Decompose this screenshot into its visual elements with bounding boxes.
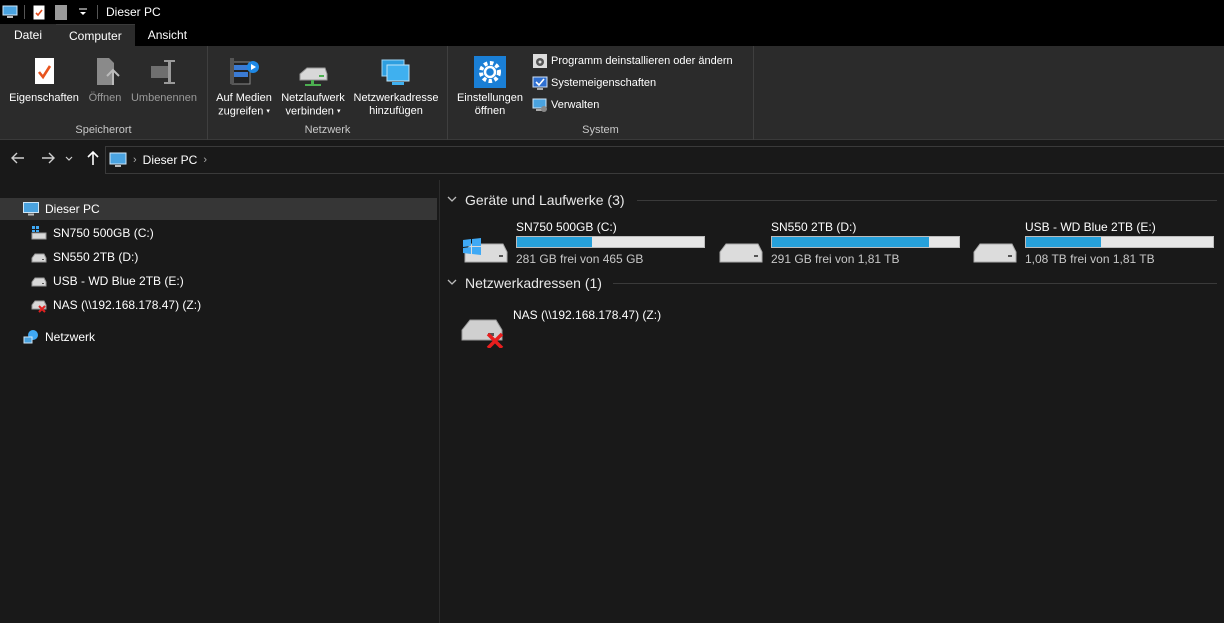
section-divider [613,283,1217,284]
up-button[interactable] [83,150,103,170]
group-label-speicherort: Speicherort [75,124,132,136]
ribbon-tabs: Datei Computer Ansicht [0,24,1224,46]
drive-usage-bar [1025,236,1214,248]
pc-icon [23,202,39,216]
network-location-name: NAS (\\192.168.178.47) (Z:) [513,308,662,322]
rename-icon [151,60,175,84]
back-button[interactable] [8,150,28,170]
settings-gear-icon [474,56,506,88]
drive-icon [719,243,763,263]
arrow-left-icon [11,152,24,164]
open-icon [97,58,120,85]
section-divider [637,200,1217,201]
drive-name: SN750 500GB (C:) [516,220,617,234]
open-button[interactable]: Öffnen [84,54,126,105]
properties-icon[interactable] [31,4,47,20]
breadcrumb-dieser-pc[interactable]: Dieser PC [143,153,198,167]
arrow-up-icon [87,150,99,165]
tab-computer[interactable]: Computer [56,24,135,46]
nav-item-drive-c[interactable]: SN750 500GB (C:) [31,222,154,244]
drive-tile-c[interactable]: SN750 500GB (C:) 281 GB frei von 465 GB [461,218,711,268]
drive-usage-bar [771,236,960,248]
recent-locations-button[interactable] [62,150,76,170]
drive-free-space: 281 GB frei von 465 GB [516,252,644,266]
network-drive-disconnected-icon [31,300,47,313]
nav-item-drive-z[interactable]: NAS (\\192.168.178.47) (Z:) [31,294,201,316]
add-network-location-icon [381,59,410,85]
caret-down-icon: ▾ [336,108,341,115]
drive-icon [31,277,47,287]
nav-item-netzwerk[interactable]: Netzwerk [23,326,95,348]
section-network-header[interactable]: Netzwerkadressen (1) [447,272,602,294]
properties-icon [35,58,54,84]
title-bar: Dieser PC [0,0,1224,24]
network-drive-disconnected-icon [461,319,504,348]
uninstall-icon [533,54,547,68]
map-network-drive-icon [299,67,328,86]
chevron-down-icon [447,278,457,289]
content-area: Geräte und Laufwerke (3) SN750 500GB (C:… [441,180,1224,623]
tab-datei[interactable]: Datei [0,24,56,46]
chevron-down-icon [65,156,73,161]
chevron-down-icon [447,195,457,206]
drive-icon [973,243,1017,263]
drive-tile-e[interactable]: USB - WD Blue 2TB (E:) 1,08 TB frei von … [970,218,1220,268]
pc-icon [109,152,127,167]
window-title: Dieser PC [106,5,161,19]
network-location-tile-z[interactable]: NAS (\\192.168.178.47) (Z:) [458,306,708,356]
map-network-drive-button[interactable]: Netzlaufwerk verbinden ▾ [278,54,348,118]
caret-down-icon: ▾ [266,108,270,115]
media-access-button[interactable]: Auf Medien zugreifen ▾ [212,54,276,118]
navigation-pane: Dieser PC SN750 500GB (C:) SN550 2TB (D:… [0,180,440,623]
add-network-location-button[interactable]: Netzwerkadresse hinzufügen [350,54,442,118]
qat-separator [24,5,25,19]
system-drive-icon [31,226,47,240]
tab-ansicht[interactable]: Ansicht [135,24,200,46]
nav-item-dieser-pc[interactable]: Dieser PC [0,198,437,220]
navigation-bar: › Dieser PC › [0,140,1224,180]
new-folder-icon[interactable] [53,4,69,20]
forward-button[interactable] [38,150,58,170]
address-bar[interactable]: › Dieser PC › [105,146,1224,174]
drive-tile-d[interactable]: SN550 2TB (D:) 291 GB frei von 1,81 TB [716,218,966,268]
system-properties-button[interactable]: Systemeigenschaften [532,73,656,93]
drive-free-space: 291 GB frei von 1,81 TB [771,252,900,266]
system-properties-icon [532,76,548,90]
nav-item-drive-d[interactable]: SN550 2TB (D:) [31,246,138,268]
group-label-system: System [582,124,619,136]
drive-icon [31,253,47,263]
group-netzwerk: Auf Medien zugreifen ▾ Netzlaufwerk verb… [208,46,448,140]
manage-button[interactable]: Verwalten [532,95,599,115]
section-devices-header[interactable]: Geräte und Laufwerke (3) [447,189,625,211]
network-icon [23,330,38,344]
properties-button[interactable]: Eigenschaften [6,54,82,105]
chevron-down-icon[interactable] [75,4,91,20]
rename-button[interactable]: Umbenennen [127,54,201,105]
breadcrumb-chevron-icon[interactable]: › [133,154,137,166]
media-access-icon [230,58,259,85]
arrow-right-icon [42,152,55,164]
group-speicherort: Eigenschaften Öffnen Umbenennen Speicher… [0,46,208,140]
breadcrumb-chevron-icon[interactable]: › [203,154,207,166]
drive-free-space: 1,08 TB frei von 1,81 TB [1025,252,1155,266]
drive-name: USB - WD Blue 2TB (E:) [1025,220,1156,234]
manage-icon [532,98,547,112]
open-settings-button[interactable]: Einstellungen öffnen [452,54,528,118]
uninstall-program-button[interactable]: Programm deinstallieren oder ändern [532,51,733,71]
drive-usage-bar [516,236,705,248]
ribbon: Eigenschaften Öffnen Umbenennen Speicher… [0,46,1224,140]
pc-icon[interactable] [2,4,18,20]
nav-item-drive-e[interactable]: USB - WD Blue 2TB (E:) [31,270,184,292]
title-separator [97,5,98,19]
system-drive-icon [463,238,508,263]
group-label-netzwerk: Netzwerk [304,124,351,136]
drive-name: SN550 2TB (D:) [771,220,857,234]
